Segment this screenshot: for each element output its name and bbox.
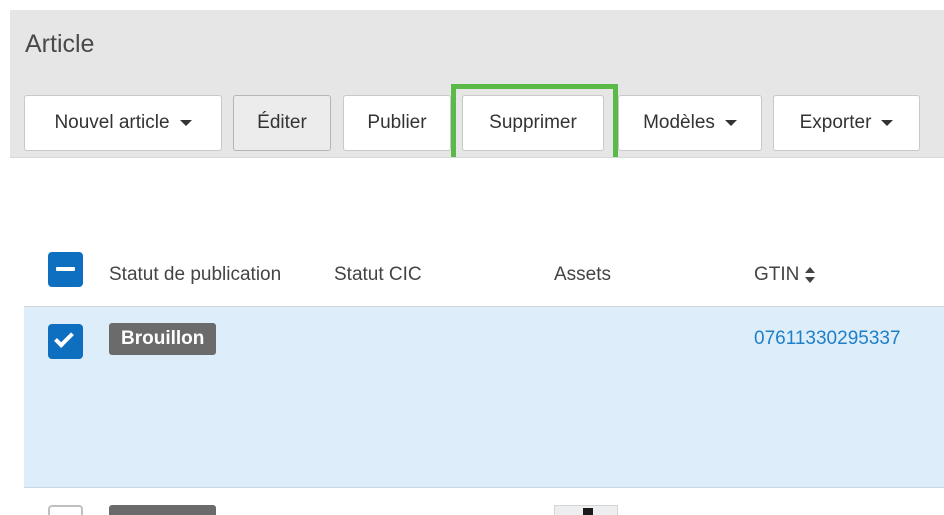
table-row[interactable]	[24, 489, 944, 515]
check-icon	[54, 328, 74, 348]
gtin-link[interactable]: 07611330295337	[754, 328, 901, 350]
column-header-gtin[interactable]: GTIN	[754, 264, 816, 286]
status-badge: Brouillon	[109, 323, 217, 355]
row-checkbox-checked[interactable]	[48, 324, 83, 359]
table-header-row: Statut de publication Statut CIC Assets …	[10, 242, 944, 306]
column-header-status[interactable]: Statut de publication	[109, 264, 281, 286]
select-all-checkbox[interactable]	[48, 252, 83, 287]
table-row[interactable]: Brouillon 07611330295337	[24, 307, 944, 488]
row-checkbox[interactable]	[48, 505, 83, 515]
column-header-gtin-label: GTIN	[754, 264, 800, 285]
column-header-cic[interactable]: Statut CIC	[334, 264, 422, 286]
sort-icon[interactable]	[805, 266, 816, 283]
status-badge	[109, 505, 216, 515]
asset-image-icon	[583, 508, 593, 515]
app-frame: Article Nouvel article Éditer Publier Su…	[10, 10, 944, 515]
asset-thumbnail[interactable]	[554, 505, 618, 515]
minus-icon	[56, 267, 75, 271]
table-header	[10, 94, 944, 158]
column-header-assets[interactable]: Assets	[554, 264, 611, 286]
page-title: Article	[25, 30, 95, 58]
page-header: Article	[10, 10, 944, 86]
